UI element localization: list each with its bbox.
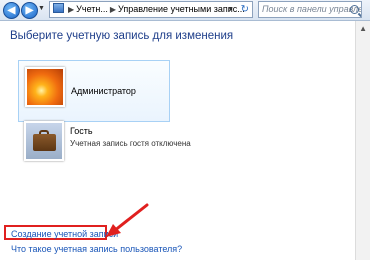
what-is-user-account-link[interactable]: Что такое учетная запись пользователя? <box>11 244 182 254</box>
flower-avatar-icon <box>25 67 65 107</box>
breadcrumb-separator: ▶ <box>109 5 117 14</box>
scroll-up-icon[interactable]: ▲ <box>359 24 367 33</box>
breadcrumb-item-user-accounts[interactable]: Учетн... <box>76 4 108 14</box>
control-panel-icon <box>53 3 64 13</box>
search-icon[interactable] <box>350 5 359 14</box>
forward-button[interactable]: ▶ <box>21 2 38 19</box>
breadcrumb-separator: ▶ <box>68 5 75 14</box>
back-button[interactable]: ◀ <box>3 2 20 19</box>
briefcase-avatar-icon <box>24 121 64 161</box>
navigation-toolbar: ◀ ▶ ▼ ▶ Учетн... ▶ Управление учетными запи… <box>0 0 370 21</box>
search-placeholder: Поиск в панели управле... <box>262 4 362 14</box>
page-title: Выберите учетную запись для изменения <box>10 30 234 42</box>
account-tile-administrator[interactable]: Администратор <box>18 60 170 122</box>
account-tile-guest[interactable]: Гость Учетная запись гостя отключена <box>18 115 191 177</box>
refresh-icon[interactable]: ↻ <box>241 2 249 17</box>
account-status: Учетная запись гостя отключена <box>70 139 191 148</box>
account-name: Гость <box>70 126 93 136</box>
briefcase-body <box>33 134 56 151</box>
breadcrumb-item-manage-accounts[interactable]: Управление учетными запис... <box>118 4 245 14</box>
pointer-arrow-icon <box>106 203 149 237</box>
search-input[interactable]: Поиск в панели управле... <box>258 1 362 18</box>
account-name: Администратор <box>71 86 136 96</box>
address-dropdown-icon[interactable]: ▼ <box>227 2 234 17</box>
recent-pages-dropdown[interactable]: ▼ <box>38 5 46 15</box>
address-bar[interactable]: ▶ Учетн... ▶ Управление учетными запис... ▼… <box>49 1 253 18</box>
vertical-scrollbar[interactable] <box>355 21 370 260</box>
